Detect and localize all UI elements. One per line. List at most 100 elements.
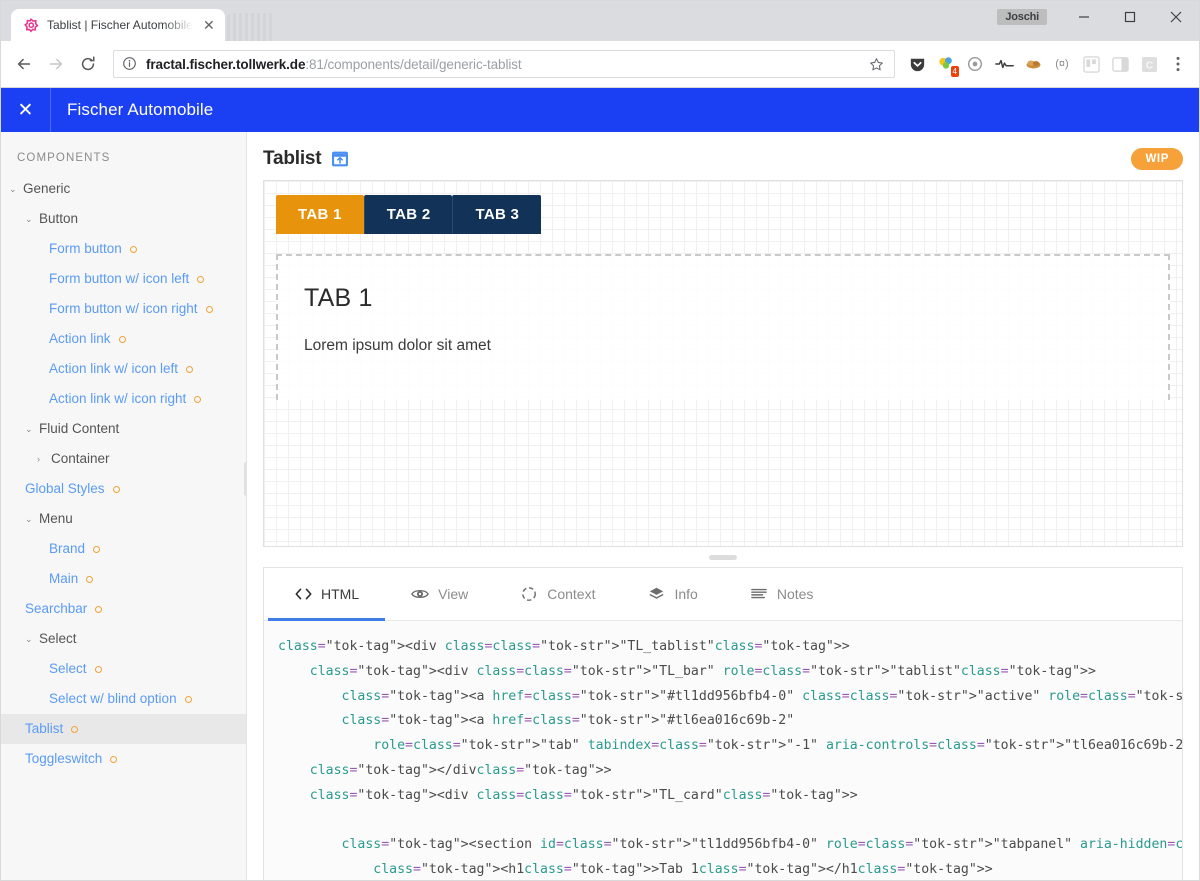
app-close-icon[interactable]: ✕ — [1, 88, 51, 132]
user-profile-button[interactable]: Joschi — [997, 9, 1047, 25]
site-info-icon[interactable] — [122, 56, 138, 72]
chevron-down-icon[interactable]: ⌄ — [25, 630, 34, 648]
wave-icon[interactable] — [990, 50, 1018, 78]
status-dot-icon — [194, 395, 202, 403]
sidebar-item-label: Action link w/ icon right — [49, 391, 187, 406]
sidebar-item-fluid-content[interactable]: ⌄ Fluid Content — [1, 414, 246, 444]
tab-info[interactable]: Info — [621, 568, 723, 620]
panel-splitter[interactable] — [247, 547, 1199, 567]
chevron-down-icon[interactable]: ⌄ — [9, 180, 18, 198]
sidebar-item-generic[interactable]: ⌄ Generic — [1, 174, 246, 204]
reload-button[interactable] — [73, 49, 103, 79]
sidebar-item-select-w-blind-option[interactable]: Select w/ blind option — [1, 684, 246, 714]
chevron-right-icon[interactable]: › — [37, 450, 46, 468]
layout-icon[interactable] — [1106, 50, 1134, 78]
tab-context[interactable]: Context — [494, 568, 621, 620]
status-dot-icon — [205, 305, 213, 313]
code-line: class="tok-tag"><div class=class="tok-st… — [309, 787, 858, 803]
close-button[interactable] — [1153, 1, 1199, 33]
app-header: ✕ Fischer Automobile — [1, 88, 1199, 132]
sidebar-item-label: Main — [49, 571, 79, 586]
sidebar-item-main[interactable]: Main — [1, 564, 246, 594]
minimize-button[interactable] — [1061, 1, 1107, 33]
component-preview: TAB 1 TAB 2 TAB 3 TAB 1 Lorem ipsum dolor … — [263, 180, 1183, 547]
code-viewer[interactable]: class="tok-tag"><div class=class="tok-st… — [264, 621, 1182, 880]
c-icon[interactable]: C — [1135, 50, 1163, 78]
pocket-icon[interactable] — [903, 50, 931, 78]
sidebar-item-toggleswitch[interactable]: Toggleswitch — [1, 744, 246, 774]
colorzilla-icon[interactable]: 4 — [932, 50, 960, 78]
browser-titlebar: Tablist | Fischer Automobile ✕ Joschi — [1, 1, 1199, 41]
maximize-button[interactable] — [1107, 1, 1153, 33]
sidebar-item-action-link[interactable]: Action link — [1, 324, 246, 354]
browser-tab[interactable]: Tablist | Fischer Automobile ✕ — [11, 9, 225, 41]
sidebar-item-container[interactable]: › Container — [1, 444, 246, 474]
sidebar-item-tablist[interactable]: Tablist — [1, 714, 246, 744]
preview-tab-3[interactable]: TAB 3 — [452, 195, 542, 234]
preview-tab-1[interactable]: TAB 1 — [276, 195, 364, 234]
open-external-icon[interactable] — [331, 150, 349, 168]
status-dot-icon — [94, 665, 102, 673]
clock-icon[interactable] — [961, 50, 989, 78]
sidebar-item-form-button-w-icon-left[interactable]: Form button w/ icon left — [1, 264, 246, 294]
sidebar-item-label: Form button w/ icon left — [49, 271, 190, 286]
back-button[interactable] — [9, 49, 39, 79]
bookmark-star-icon[interactable] — [866, 57, 886, 72]
tab-label: View — [438, 586, 469, 602]
chevron-down-icon[interactable]: ⌄ — [25, 210, 34, 228]
splitter-grip[interactable] — [709, 554, 737, 560]
sidebar-item-label: Container — [51, 451, 110, 466]
chevron-down-icon[interactable]: ⌄ — [25, 510, 34, 528]
sidebar-item-select[interactable]: Select — [1, 654, 246, 684]
sidebar-item-global-styles[interactable]: Global Styles — [1, 474, 246, 504]
sidebar-item-label: Global Styles — [25, 481, 105, 496]
browser-window: Tablist | Fischer Automobile ✕ Joschi fr… — [0, 0, 1200, 881]
sidebar-item-label: Menu — [39, 511, 73, 526]
lines-icon — [750, 585, 768, 603]
preview-tab-2[interactable]: TAB 2 — [363, 195, 453, 234]
sidebar-item-button[interactable]: ⌄ Button — [1, 204, 246, 234]
new-tab-ghost[interactable] — [226, 13, 275, 41]
status-dot-icon — [112, 485, 120, 493]
antenna-icon[interactable]: (¤) — [1048, 50, 1076, 78]
tab-label: Notes — [776, 586, 814, 602]
cloud-icon[interactable] — [1019, 50, 1047, 78]
chevron-down-icon[interactable]: ⌄ — [25, 420, 34, 438]
sidebar-resize-grip[interactable] — [244, 462, 246, 496]
circle-dashed-icon — [520, 585, 538, 603]
code-line: class="tok-tag"></divclass="tok-tag">> — [309, 762, 612, 778]
page-title: Tablist — [263, 148, 322, 169]
window-controls: Joschi — [997, 1, 1199, 33]
tablist-panel: TAB 1 Lorem ipsum dolor sit amet — [276, 254, 1170, 400]
sidebar-item-select[interactable]: ⌄ Select — [1, 624, 246, 654]
inspector-panel: HTML View Context Info Notes class="tok-tag"… — [263, 567, 1183, 880]
sidebar-resize-handle[interactable] — [242, 132, 246, 880]
browser-toolbar: fractal.fischer.tollwerk.de:81/component… — [1, 41, 1199, 88]
trello-icon[interactable] — [1077, 50, 1105, 78]
sidebar-item-label: Form button — [49, 241, 122, 256]
tab-close-icon[interactable]: ✕ — [201, 17, 217, 33]
browser-menu-icon[interactable] — [1165, 50, 1191, 78]
address-bar[interactable]: fractal.fischer.tollwerk.de:81/component… — [113, 50, 895, 78]
sidebar-item-action-link-w-icon-right[interactable]: Action link w/ icon right — [1, 384, 246, 414]
tab-html[interactable]: HTML — [268, 568, 386, 621]
url-path: :81/components/detail/generic-tablist — [305, 56, 522, 72]
sidebar-item-action-link-w-icon-left[interactable]: Action link w/ icon left — [1, 354, 246, 384]
main-content: Tablist WIP TAB 1 TAB 2 TAB 3 TAB 1 Lore… — [247, 132, 1199, 880]
sidebar-item-label: Tablist — [25, 721, 64, 736]
tab-notes[interactable]: Notes — [724, 568, 840, 620]
app-title: Fischer Automobile — [67, 100, 214, 119]
tab-label: HTML — [321, 586, 360, 602]
sidebar-item-label: Select w/ blind option — [49, 691, 177, 706]
sidebar-item-form-button-w-icon-right[interactable]: Form button w/ icon right — [1, 294, 246, 324]
sidebar: COMPONENTS ⌄ Generic ⌄ Button Form button For… — [1, 132, 247, 880]
sidebar-item-brand[interactable]: Brand — [1, 534, 246, 564]
sidebar-item-searchbar[interactable]: Searchbar — [1, 594, 246, 624]
sidebar-item-menu[interactable]: ⌄ Menu — [1, 504, 246, 534]
sidebar-item-label: Fluid Content — [39, 421, 120, 436]
tablist-panel-heading: TAB 1 — [304, 284, 373, 312]
sidebar-item-form-button[interactable]: Form button — [1, 234, 246, 264]
tab-view[interactable]: View — [385, 568, 494, 620]
status-dot-icon — [86, 575, 94, 583]
